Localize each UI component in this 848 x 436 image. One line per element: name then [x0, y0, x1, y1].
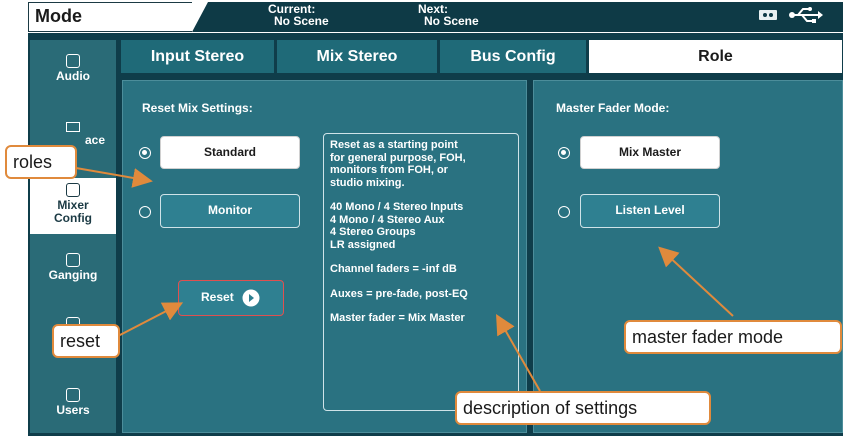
ganging-icon [66, 253, 80, 267]
mode-tab[interactable]: Mode [28, 2, 208, 32]
surface-icon [66, 122, 80, 132]
sidebar [30, 40, 116, 433]
monitor-radio[interactable] [139, 206, 151, 218]
description-faders: Channel faders = -inf dB [330, 263, 457, 275]
description-channels: 40 Mono / 4 Stereo Inputs 4 Mono / 4 Ste… [330, 201, 464, 251]
mix-master-button[interactable]: Mix Master [580, 136, 720, 169]
tab-bus-config[interactable]: Bus Config [440, 40, 586, 73]
tab-role[interactable]: Role [589, 40, 842, 73]
current-scene: Current: No Scene [268, 3, 329, 27]
sidebar-item-audio[interactable]: Audio [30, 54, 116, 88]
reset-button[interactable]: Reset [178, 280, 284, 316]
description-purpose: Reset as a starting point for general pu… [330, 139, 466, 189]
sidebar-item-label: Config [54, 211, 92, 225]
sidebar-item-label: Ganging [48, 268, 98, 282]
listen-level-button[interactable]: Listen Level [580, 194, 720, 228]
sidebar-item-label: Audio [56, 69, 90, 83]
description-master: Master fader = Mix Master [330, 312, 465, 324]
sidebar-item-ganging[interactable]: Ganging [30, 253, 116, 287]
arrow-right-icon [242, 289, 260, 307]
sidebar-item-users[interactable]: Users [30, 388, 116, 422]
current-scene-value: No Scene [274, 14, 329, 28]
tab-mix-stereo[interactable]: Mix Stereo [277, 40, 437, 73]
usb-icon [789, 7, 823, 23]
tape-icon [759, 10, 777, 20]
monitor-button[interactable]: Monitor [160, 194, 300, 228]
audio-icon [66, 54, 80, 68]
listen-level-radio[interactable] [558, 206, 570, 218]
reset-mix-title: Reset Mix Settings: [142, 101, 253, 115]
settings-description: Reset as a starting point for general pu… [323, 133, 519, 411]
mixer-config-icon [66, 183, 80, 197]
mix-master-radio[interactable] [558, 147, 570, 159]
standard-button[interactable]: Standard [160, 136, 300, 169]
description-auxes: Auxes = pre-fade, post-EQ [330, 287, 468, 300]
master-fader-title: Master Fader Mode: [556, 101, 670, 115]
callout-reset: reset [52, 324, 120, 358]
next-scene-value: No Scene [424, 14, 479, 28]
master-fader-panel [533, 80, 843, 433]
tab-input-stereo[interactable]: Input Stereo [121, 40, 274, 73]
callout-roles: roles [5, 145, 77, 179]
callout-description: description of settings [455, 391, 711, 425]
sidebar-item-mixer-config[interactable]: Mixer Config [30, 178, 116, 234]
callout-master-fader-mode: master fader mode [624, 320, 842, 354]
reset-label: Reset [201, 290, 234, 304]
sidebar-item-label: Users [56, 403, 90, 417]
standard-radio[interactable] [139, 147, 151, 159]
users-icon [66, 388, 80, 402]
next-scene: Next: No Scene [418, 3, 479, 27]
